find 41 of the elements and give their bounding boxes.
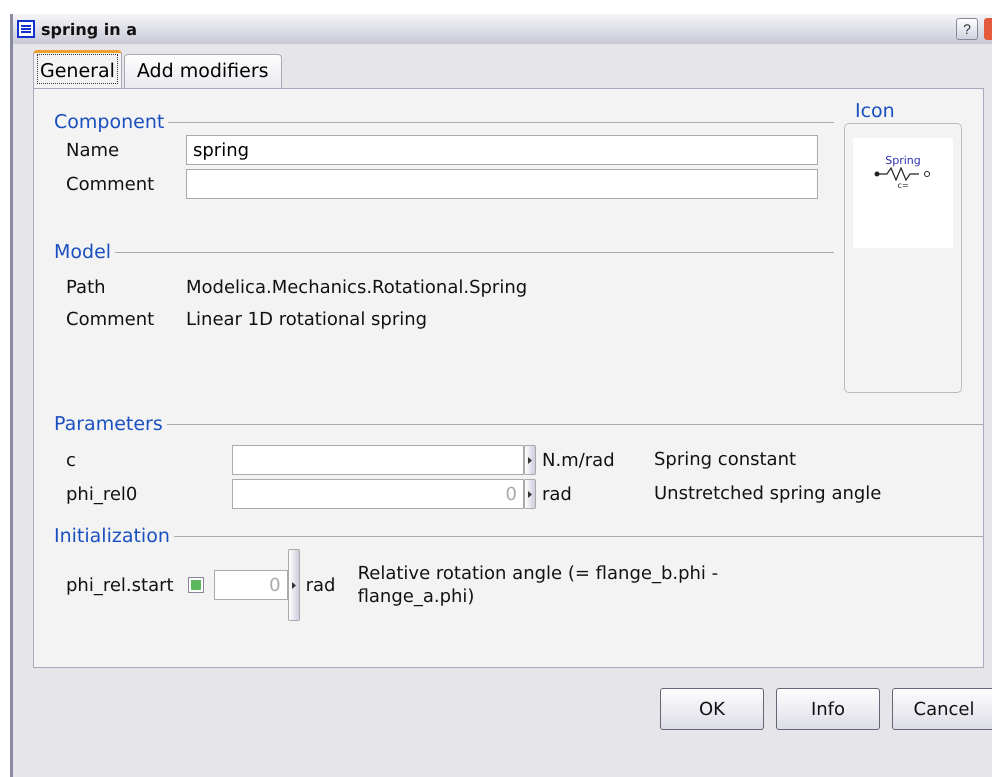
- tab[interactable]: General: [33, 50, 122, 88]
- dialog-button[interactable]: Info: [776, 688, 880, 730]
- spin-button[interactable]: [524, 479, 536, 509]
- field-label: Name: [66, 140, 120, 160]
- input-field[interactable]: 0: [232, 479, 524, 509]
- checkbox[interactable]: [188, 577, 204, 593]
- section-heading: Parameters: [54, 413, 163, 435]
- preview-label: c=: [897, 181, 909, 190]
- parameter-description: Spring constant: [654, 448, 796, 472]
- parameter-description: Unstretched spring angle: [654, 482, 882, 506]
- input-field[interactable]: spring: [186, 135, 818, 165]
- section-heading: Component: [54, 111, 164, 133]
- unit-label: rad: [541, 484, 573, 504]
- parameter-name: phi_rel0: [66, 484, 138, 504]
- field-value: Linear 1D rotational spring: [186, 308, 428, 330]
- field-label: Comment: [66, 308, 156, 330]
- input-field[interactable]: [232, 445, 524, 475]
- section-heading: Model: [54, 241, 112, 263]
- input-field[interactable]: [186, 169, 818, 199]
- section-heading: Initialization: [54, 525, 170, 547]
- caret-icon: [292, 582, 296, 588]
- window-title: spring in a: [41, 20, 138, 38]
- caret-icon: [528, 490, 532, 498]
- tab[interactable]: Add modifiers: [124, 54, 282, 88]
- spin-button[interactable]: [524, 445, 536, 475]
- unit-label: N.m/rad: [541, 450, 616, 470]
- dialog-button[interactable]: Cancel: [892, 688, 992, 730]
- field-label: Comment: [66, 174, 156, 194]
- help-button[interactable]: ?: [956, 18, 978, 40]
- parameter-description: Relative rotation angle (= flange_b.phi - flange_a.phi): [358, 562, 720, 608]
- parameter-name: c: [66, 450, 77, 470]
- unit-label: rad: [304, 574, 336, 596]
- field-value: Modelica.Mechanics.Rotational.Spring: [186, 276, 528, 298]
- parameter-name: phi_rel.start: [66, 574, 174, 596]
- dialog-button[interactable]: OK: [660, 688, 764, 730]
- input-field[interactable]: 0: [214, 570, 288, 600]
- window-icon: [17, 20, 35, 38]
- caret-icon: [528, 456, 532, 464]
- preview-caption: Spring: [885, 154, 921, 167]
- spring-icon: [873, 167, 933, 181]
- field-label: Path: [66, 276, 107, 298]
